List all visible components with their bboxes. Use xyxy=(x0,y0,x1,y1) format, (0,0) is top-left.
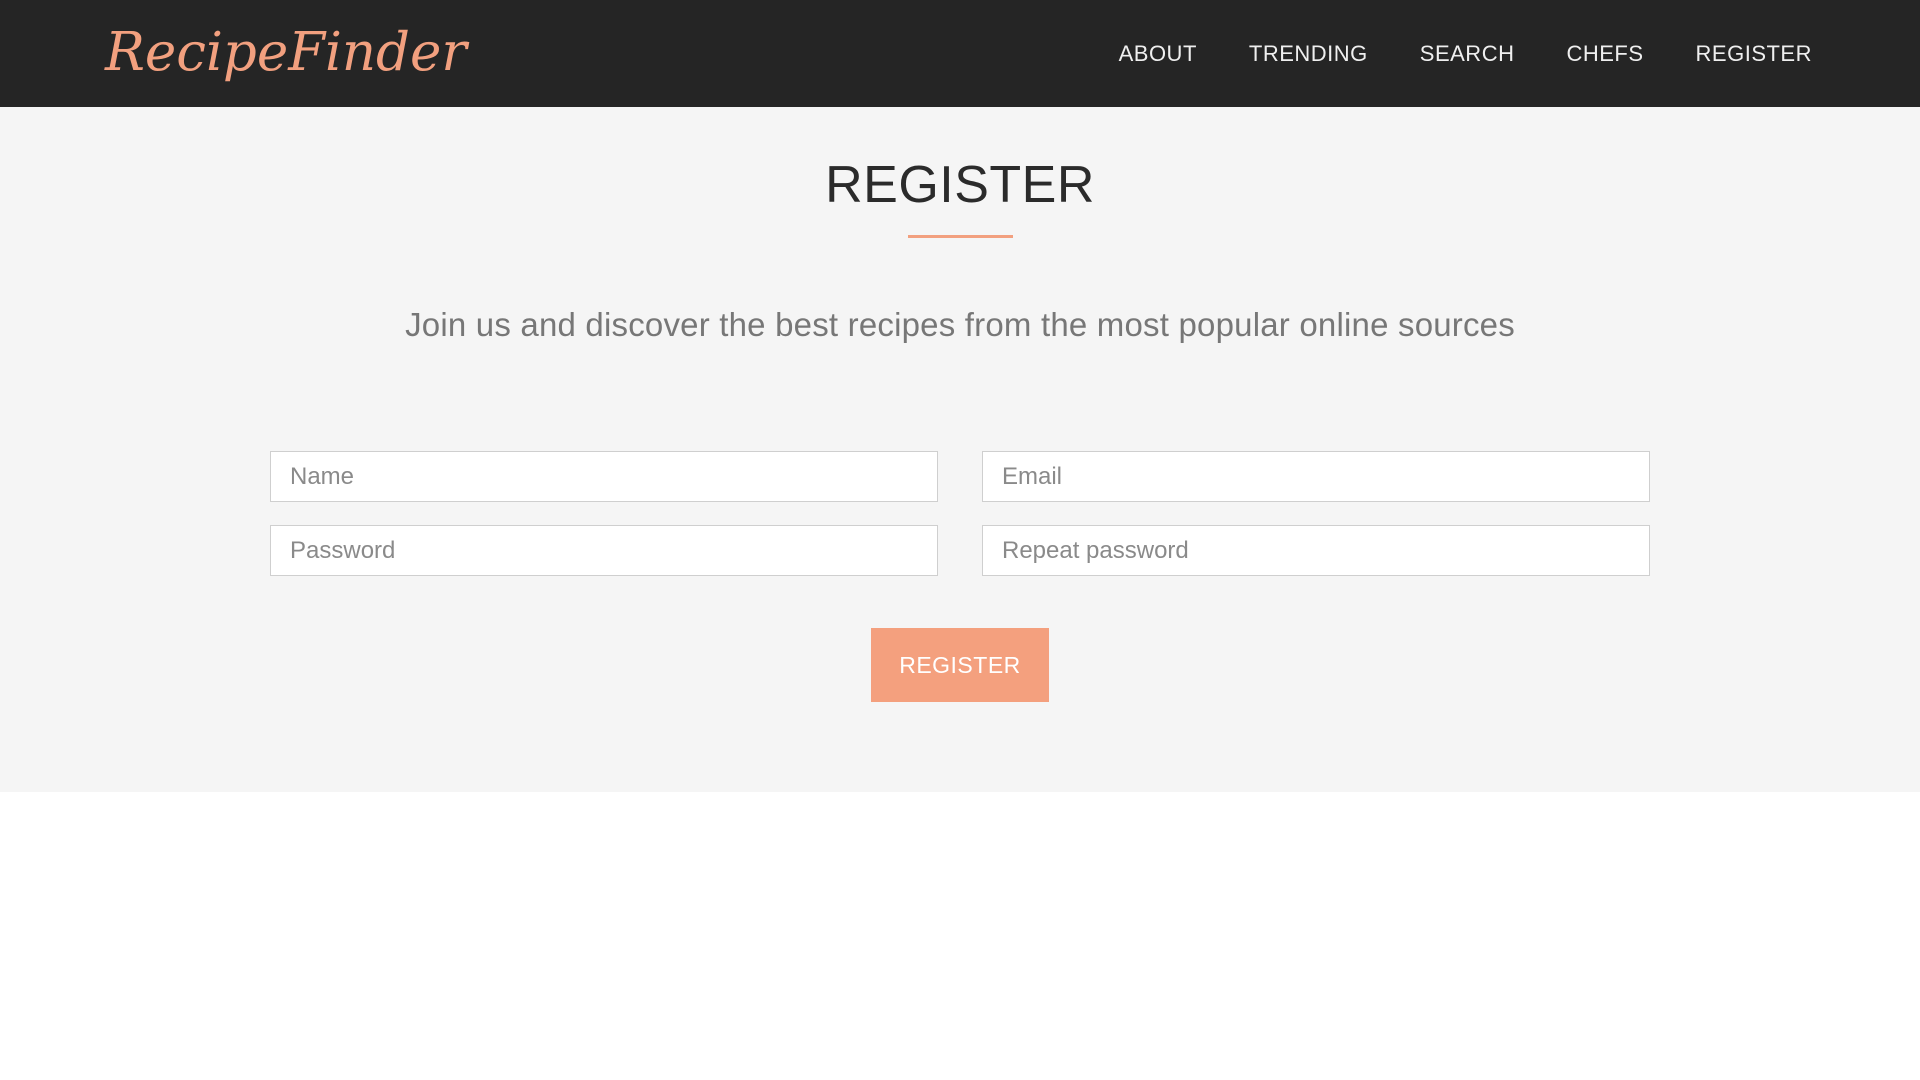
brand-logo[interactable]: RecipeFinder xyxy=(105,18,467,88)
nav-item-chefs[interactable]: CHEFS xyxy=(1566,41,1643,67)
nav-item-about[interactable]: ABOUT xyxy=(1119,41,1197,67)
email-input[interactable] xyxy=(982,451,1650,502)
repeat-password-input[interactable] xyxy=(982,525,1650,576)
register-section: REGISTER Join us and discover the best r… xyxy=(0,107,1920,792)
title-divider xyxy=(908,235,1013,238)
page-title: REGISTER xyxy=(825,156,1095,214)
password-input[interactable] xyxy=(270,525,938,576)
nav-item-trending[interactable]: TRENDING xyxy=(1249,41,1368,67)
nav-item-search[interactable]: SEARCH xyxy=(1420,41,1515,67)
nav-item-register[interactable]: REGISTER xyxy=(1696,41,1812,67)
top-navbar: RecipeFinder ABOUT TRENDING SEARCH CHEFS… xyxy=(0,0,1920,107)
main-nav: ABOUT TRENDING SEARCH CHEFS REGISTER xyxy=(1067,0,1812,107)
page-subtitle: Join us and discover the best recipes fr… xyxy=(405,306,1515,343)
name-input[interactable] xyxy=(270,451,938,502)
register-submit-button[interactable]: REGISTER xyxy=(871,628,1049,702)
